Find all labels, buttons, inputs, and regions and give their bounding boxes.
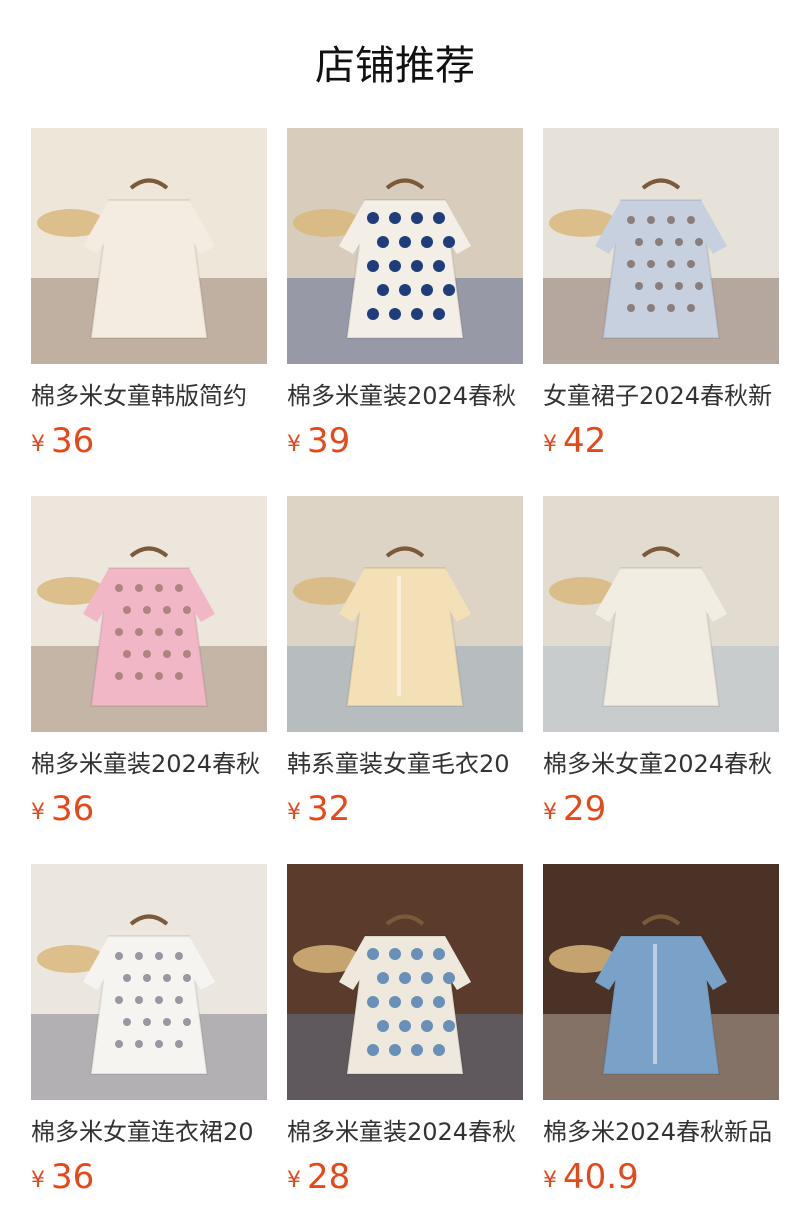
product-card[interactable]: 棉多米童装2024春秋 ¥28 <box>287 864 523 1232</box>
price-value: 36 <box>51 789 95 829</box>
polka-dot-dress-photo <box>287 128 523 364</box>
product-card[interactable]: 棉多米童装2024春秋 ¥39 <box>287 128 523 496</box>
product-card[interactable]: 棉多米女童韩版简约 ¥36 <box>31 128 267 496</box>
product-image[interactable] <box>31 128 267 364</box>
price-value: 29 <box>563 789 607 829</box>
product-name[interactable]: 棉多米童装2024春秋 <box>287 379 523 413</box>
product-name[interactable]: 棉多米童装2024春秋 <box>287 1115 523 1149</box>
currency-symbol: ¥ <box>31 800 45 825</box>
product-name[interactable]: 棉多米2024春秋新品 <box>543 1115 779 1149</box>
product-name[interactable]: 韩系童装女童毛衣20 <box>287 747 523 781</box>
polka-dot-pants-photo <box>287 864 523 1100</box>
product-card[interactable]: 棉多米女童连衣裙20 ¥36 <box>31 864 267 1232</box>
product-card[interactable]: 女童裙子2024春秋新 ¥42 <box>543 128 779 496</box>
price-value: 28 <box>307 1157 351 1197</box>
product-price: ¥39 <box>287 421 523 461</box>
product-image[interactable] <box>31 496 267 732</box>
product-price: ¥32 <box>287 789 523 829</box>
denim-jacket-photo <box>543 864 779 1100</box>
product-card[interactable]: 棉多米2024春秋新品 ¥40.9 <box>543 864 779 1232</box>
floral-slip-dress-photo <box>31 864 267 1100</box>
currency-symbol: ¥ <box>543 1168 557 1193</box>
price-value: 36 <box>51 421 95 461</box>
recommendation-page: 店铺推荐 棉多米女童韩版简约 ¥36 棉多米童装2024春秋 ¥39 女童裙子2024春… <box>0 0 790 1232</box>
product-image[interactable] <box>287 496 523 732</box>
product-image[interactable] <box>543 864 779 1100</box>
price-value: 36 <box>51 1157 95 1197</box>
currency-symbol: ¥ <box>31 1168 45 1193</box>
product-price: ¥42 <box>543 421 779 461</box>
product-price: ¥36 <box>31 1157 267 1197</box>
product-name[interactable]: 女童裙子2024春秋新 <box>543 379 779 413</box>
product-name[interactable]: 棉多米女童韩版简约 <box>31 379 267 413</box>
product-image[interactable] <box>287 864 523 1100</box>
currency-symbol: ¥ <box>543 800 557 825</box>
currency-symbol: ¥ <box>31 432 45 457</box>
floral-blue-dress-photo <box>543 128 779 364</box>
product-card[interactable]: 棉多米女童2024春秋 ¥29 <box>543 496 779 864</box>
price-value: 42 <box>563 421 607 461</box>
product-image[interactable] <box>287 128 523 364</box>
product-price: ¥36 <box>31 789 267 829</box>
price-value: 40.9 <box>563 1157 639 1197</box>
product-card[interactable]: 韩系童装女童毛衣20 ¥32 <box>287 496 523 864</box>
product-price: ¥29 <box>543 789 779 829</box>
product-price: ¥40.9 <box>543 1157 779 1197</box>
section-title: 店铺推荐 <box>315 43 475 89</box>
currency-symbol: ¥ <box>287 432 301 457</box>
pink-floral-dress-photo <box>31 496 267 732</box>
price-value: 32 <box>307 789 351 829</box>
cream-dress-photo <box>31 128 267 364</box>
product-name[interactable]: 棉多米女童2024春秋 <box>543 747 779 781</box>
product-price: ¥36 <box>31 421 267 461</box>
product-image[interactable] <box>543 128 779 364</box>
product-card[interactable]: 棉多米童装2024春秋 ¥36 <box>31 496 267 864</box>
currency-symbol: ¥ <box>287 1168 301 1193</box>
product-grid: 棉多米女童韩版简约 ¥36 棉多米童装2024春秋 ¥39 女童裙子2024春秋新 ¥42… <box>31 128 779 1232</box>
currency-symbol: ¥ <box>287 800 301 825</box>
lace-overdress-photo <box>543 496 779 732</box>
product-name[interactable]: 棉多米女童连衣裙20 <box>31 1115 267 1149</box>
product-image[interactable] <box>31 864 267 1100</box>
price-value: 39 <box>307 421 351 461</box>
currency-symbol: ¥ <box>543 432 557 457</box>
product-price: ¥28 <box>287 1157 523 1197</box>
product-image[interactable] <box>543 496 779 732</box>
sweater-and-jeans-photo <box>287 496 523 732</box>
product-name[interactable]: 棉多米童装2024春秋 <box>31 747 267 781</box>
